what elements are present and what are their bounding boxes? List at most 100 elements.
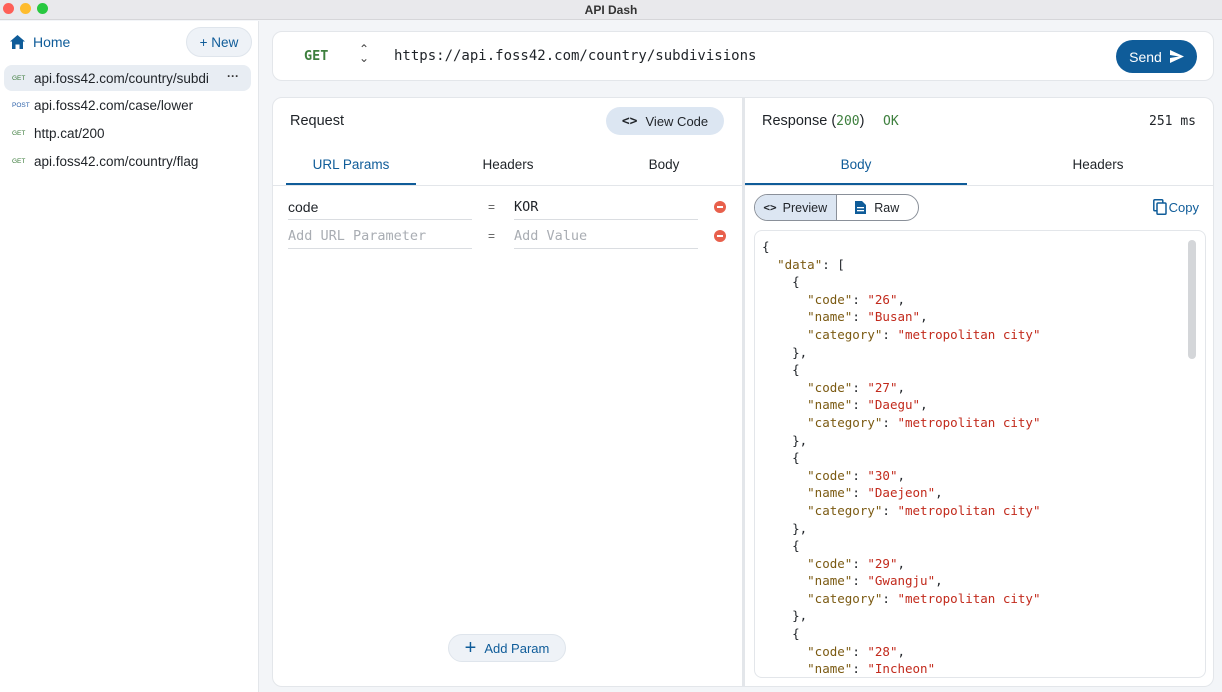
json-line: "category": "metropolitan city" <box>807 326 1041 342</box>
preview-label: Preview <box>782 200 828 215</box>
param-key-input[interactable]: Add URL Parameter <box>288 225 472 249</box>
json-key: "category" <box>807 590 883 606</box>
json-line: "category": "metropolitan city" <box>807 502 1041 518</box>
json-line: "data": [ <box>777 256 845 272</box>
param-row: Add URL Parameter = Add Value <box>288 225 728 249</box>
request-tabs: URL Params Headers Body <box>273 154 742 186</box>
response-label: Response <box>762 113 828 129</box>
request-url: api.foss42.com/country/subdivisions <box>34 70 209 86</box>
view-code-label: View Code <box>645 113 709 129</box>
response-panel: Response (200) OK 251 ms Body Headers <>… <box>743 97 1214 687</box>
json-string: "Daegu" <box>867 397 921 413</box>
json-preview: { "data": [ { "code": "26", "name": "Bus… <box>762 238 1041 677</box>
tab-body[interactable]: Body <box>599 154 729 185</box>
json-string: "28" <box>867 643 898 659</box>
json-string: "29" <box>867 555 898 571</box>
home-link[interactable]: Home <box>10 33 70 51</box>
json-key: "name" <box>807 309 853 325</box>
copy-label: Copy <box>1168 199 1199 215</box>
json-key: "category" <box>807 414 883 430</box>
json-key: "code" <box>807 555 853 571</box>
url-bar: GET ⌃ ⌄ https://api.foss42.com/country/su… <box>272 31 1214 81</box>
json-key: "data" <box>777 256 823 272</box>
json-line: "code": "27", <box>807 379 906 395</box>
send-button[interactable]: Send <box>1116 40 1197 73</box>
tab-url-params[interactable]: URL Params <box>286 154 416 185</box>
json-line: { <box>762 239 770 254</box>
json-string: "metropolitan city" <box>897 590 1041 606</box>
add-param-label: Add Param <box>484 640 550 656</box>
json-line: "code": "26", <box>807 291 906 307</box>
tab-response-body[interactable]: Body <box>745 154 967 185</box>
json-string: "Daejeon" <box>867 485 936 501</box>
param-value-input[interactable]: KOR <box>514 196 698 220</box>
json-line: "category": "metropolitan city" <box>807 590 1041 606</box>
status-code: 200 <box>836 114 860 129</box>
request-title: Request <box>290 113 345 129</box>
sidebar-request-item[interactable]: GET api.foss42.com/country/subdivisions … <box>4 65 251 91</box>
json-line: { <box>762 538 800 554</box>
json-string: "Gwangju" <box>867 573 936 589</box>
method-select[interactable]: GET <box>304 48 328 64</box>
method-dropdown-icon[interactable]: ⌃ ⌄ <box>359 43 369 64</box>
json-key: "name" <box>807 485 853 501</box>
tab-headers[interactable]: Headers <box>443 154 573 185</box>
response-body-viewer[interactable]: { "data": [ { "code": "26", "name": "Bus… <box>754 230 1206 678</box>
json-line: }, <box>762 520 808 536</box>
json-string: "26" <box>867 291 898 307</box>
request-url: api.foss42.com/country/flag <box>34 153 199 169</box>
view-code-button[interactable]: <> View Code <box>606 107 724 135</box>
code-icon: <> <box>621 113 638 129</box>
window-title: API Dash <box>584 3 638 17</box>
json-line: { <box>762 274 800 290</box>
send-icon <box>1169 50 1184 63</box>
sidebar-request-item[interactable]: POST api.foss42.com/case/lower <box>4 92 251 118</box>
url-input[interactable]: https://api.foss42.com/country/subdivisi… <box>394 48 756 64</box>
json-key: "code" <box>807 467 853 483</box>
json-line: { <box>762 362 800 378</box>
response-time: 251 ms <box>1149 114 1196 129</box>
plus-icon: + <box>464 637 477 659</box>
json-key: "code" <box>807 379 853 395</box>
json-string: "27" <box>867 379 898 395</box>
json-string: "metropolitan city" <box>897 326 1041 342</box>
request-panel: Request <> View Code URL Params Headers … <box>272 97 743 687</box>
code-icon: <> <box>763 201 777 214</box>
remove-param-icon[interactable] <box>714 201 726 213</box>
json-line: "name": "Busan", <box>807 309 928 325</box>
send-label: Send <box>1129 48 1162 65</box>
equals-sign: = <box>488 200 496 214</box>
raw-button[interactable]: Raw <box>837 195 919 220</box>
json-string: "Incheon" <box>867 661 936 677</box>
sidebar: Home + New GET api.foss42.com/country/su… <box>0 21 259 692</box>
json-key: "name" <box>807 661 853 677</box>
json-string: "30" <box>867 467 898 483</box>
json-string: "metropolitan city" <box>897 502 1041 518</box>
param-value-input[interactable]: Add Value <box>514 225 698 249</box>
preview-button[interactable]: <> Preview <box>755 195 837 220</box>
copy-button[interactable]: Copy <box>1152 199 1199 215</box>
remove-param-icon[interactable] <box>714 230 726 242</box>
scrollbar[interactable] <box>1188 240 1196 359</box>
method-badge: POST <box>12 101 30 109</box>
home-label: Home <box>33 34 71 50</box>
equals-sign: = <box>488 229 496 243</box>
sidebar-request-item[interactable]: GET api.foss42.com/country/flag <box>4 148 251 174</box>
param-key-input[interactable]: code <box>288 196 472 220</box>
copy-icon <box>1152 199 1167 215</box>
sidebar-request-item[interactable]: GET http.cat/200 <box>4 120 251 146</box>
json-key: "category" <box>807 326 883 342</box>
add-param-button[interactable]: + Add Param <box>448 634 566 662</box>
json-line: "code": "29", <box>807 555 906 571</box>
json-string: "metropolitan city" <box>897 414 1041 430</box>
json-line: "name": "Daejeon", <box>807 485 943 501</box>
json-line: }, <box>762 432 808 448</box>
new-request-button[interactable]: + New <box>186 27 252 57</box>
method-badge: GET <box>12 157 26 165</box>
tab-response-headers[interactable]: Headers <box>987 154 1209 185</box>
json-line: }, <box>762 608 808 624</box>
response-tabs: Body Headers <box>745 154 1213 186</box>
more-options-icon[interactable]: ··· <box>227 69 239 83</box>
json-key: "category" <box>807 502 883 518</box>
json-line: "code": "30", <box>807 467 906 483</box>
